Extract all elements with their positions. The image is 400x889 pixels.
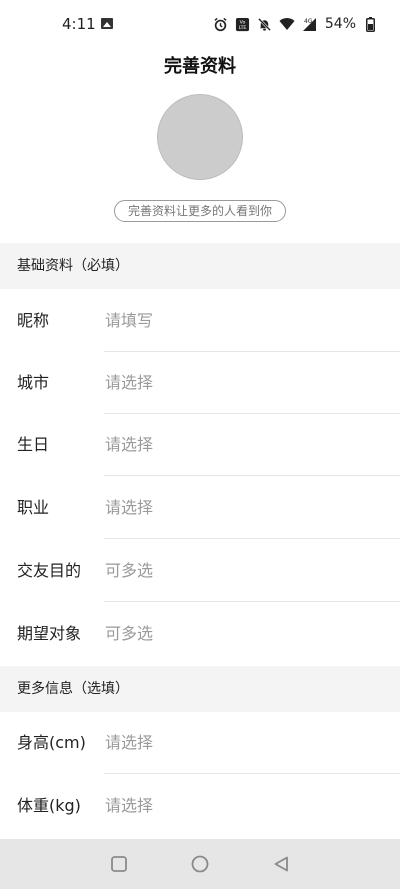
row-label: 期望对象 xyxy=(17,624,82,643)
city-select[interactable]: 请选择 xyxy=(105,352,153,414)
battery-percent: 54% xyxy=(324,16,356,32)
row-birthday[interactable]: 生日 请选择 xyxy=(0,414,400,476)
status-bar: 4:11 Vo LTE 4G 54% xyxy=(0,0,400,50)
row-label: 城市 xyxy=(17,373,50,392)
section-header-basic: 基础资料（必填） xyxy=(0,243,400,289)
divider xyxy=(104,773,400,774)
back-triangle-icon[interactable] xyxy=(268,851,294,877)
svg-text:Vo: Vo xyxy=(240,19,246,25)
occupation-select[interactable]: 请选择 xyxy=(105,477,153,539)
mute-bell-icon xyxy=(257,16,273,32)
row-label: 生日 xyxy=(17,435,50,454)
row-occupation[interactable]: 职业 请选择 xyxy=(0,477,400,539)
volte-icon: Vo LTE xyxy=(235,16,251,32)
row-weight[interactable]: 体重(kg) 请选择 xyxy=(0,775,400,837)
height-select[interactable]: 请选择 xyxy=(105,712,153,774)
row-city[interactable]: 城市 请选择 xyxy=(0,352,400,414)
expected-partner-multiselect[interactable]: 可多选 xyxy=(105,603,153,665)
weight-select[interactable]: 请选择 xyxy=(105,775,153,837)
row-label: 体重(kg) xyxy=(17,796,81,815)
status-icons: Vo LTE 4G 54% xyxy=(213,14,378,34)
navigation-bar xyxy=(0,839,400,889)
status-time: 4:11 xyxy=(62,15,96,33)
alarm-icon xyxy=(213,16,229,32)
row-label: 交友目的 xyxy=(17,561,82,580)
nickname-input[interactable]: 请填写 xyxy=(105,290,153,352)
svg-text:4G: 4G xyxy=(304,18,313,25)
home-circle-icon[interactable] xyxy=(187,851,213,877)
row-dating-purpose[interactable]: 交友目的 可多选 xyxy=(0,540,400,602)
divider xyxy=(104,601,400,602)
svg-text:LTE: LTE xyxy=(239,25,247,31)
birthday-select[interactable]: 请选择 xyxy=(105,414,153,476)
avatar[interactable] xyxy=(157,94,243,180)
signal-icon: 4G xyxy=(301,16,317,32)
section-header-more: 更多信息（选填） xyxy=(0,666,400,712)
profile-hint-badge: 完善资料让更多的人看到你 xyxy=(114,200,286,222)
battery-icon xyxy=(362,16,378,32)
divider xyxy=(104,538,400,539)
divider xyxy=(104,475,400,476)
dating-purpose-multiselect[interactable]: 可多选 xyxy=(105,540,153,602)
row-expected-partner[interactable]: 期望对象 可多选 xyxy=(0,603,400,665)
row-label: 职业 xyxy=(17,498,50,517)
row-nickname[interactable]: 昵称 请填写 xyxy=(0,290,400,352)
page-title: 完善资料 xyxy=(164,56,236,77)
row-label: 身高(cm) xyxy=(17,733,86,752)
row-label: 昵称 xyxy=(17,311,50,330)
gallery-notification-icon xyxy=(101,18,113,29)
row-height[interactable]: 身高(cm) 请选择 xyxy=(0,712,400,774)
wifi-icon xyxy=(279,16,295,32)
recents-square-icon[interactable] xyxy=(106,851,132,877)
